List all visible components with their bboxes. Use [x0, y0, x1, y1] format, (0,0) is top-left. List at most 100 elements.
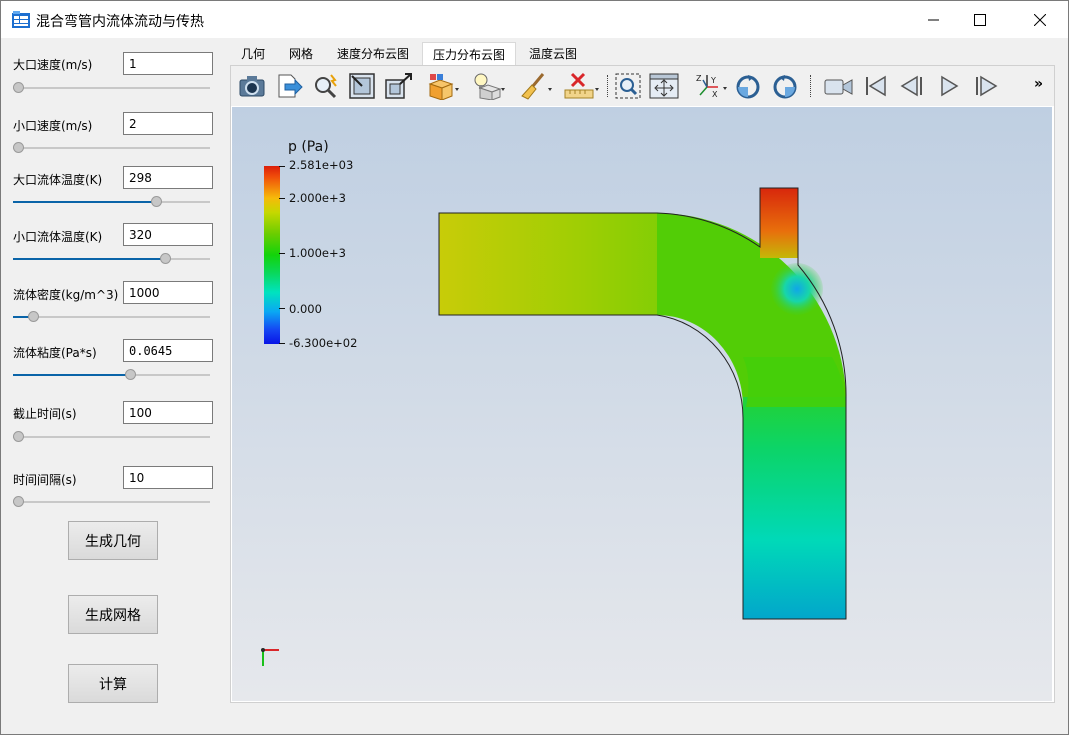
param-label-small-inlet-velocity: 小口速度(m/s): [13, 119, 93, 133]
prev-frame-icon: [900, 75, 922, 97]
orientation-axes-icon: [261, 648, 279, 666]
toolbar-separator: [810, 75, 812, 97]
large-inlet-temp-input[interactable]: [123, 166, 213, 189]
maximize-button[interactable]: [957, 1, 1003, 38]
viscosity-input[interactable]: [123, 339, 213, 362]
end-time-input[interactable]: [123, 401, 213, 424]
pipe-small-inlet: [760, 188, 798, 258]
rotate-cw-icon: [736, 75, 760, 99]
magnifier-button[interactable]: [311, 71, 341, 101]
slider-thumb[interactable]: [125, 369, 136, 380]
light-button[interactable]: [471, 71, 507, 101]
rotate-ccw-button[interactable]: [770, 71, 800, 101]
color-brush-icon: [521, 73, 552, 100]
toolbar-overflow-button[interactable]: »: [1034, 76, 1043, 92]
toolbar-separator: [607, 75, 609, 97]
representation-button[interactable]: [425, 71, 461, 101]
window-title: 混合弯管内流体流动与传热: [36, 14, 204, 30]
small-inlet-velocity-input[interactable]: [123, 112, 213, 135]
param-label-end-time: 截止时间(s): [13, 407, 77, 421]
tab-velocity[interactable]: 速度分布云图: [331, 42, 415, 65]
slider-thumb[interactable]: [28, 311, 39, 322]
zoom-to-box-button[interactable]: [384, 71, 414, 101]
play-button[interactable]: [934, 71, 964, 101]
rotate-cw-button[interactable]: [733, 71, 763, 101]
minimize-button[interactable]: [911, 1, 957, 38]
slider-thumb[interactable]: [13, 82, 24, 93]
light-icon: [474, 73, 505, 100]
small-inlet-velocity-slider[interactable]: [13, 142, 210, 154]
compute-button[interactable]: 计算: [68, 664, 158, 703]
density-slider[interactable]: [13, 311, 210, 323]
slider-thumb[interactable]: [13, 496, 24, 507]
svg-text:X: X: [712, 90, 718, 99]
small-inlet-temp-input[interactable]: [123, 223, 213, 246]
large-inlet-velocity-slider[interactable]: [13, 82, 210, 94]
param-label-large-inlet-velocity: 大口速度(m/s): [13, 58, 93, 72]
play-icon: [941, 75, 959, 97]
tab-pressure[interactable]: 压力分布云图: [422, 42, 516, 65]
axes-orient-button[interactable]: ZYX: [694, 71, 728, 101]
representation-icon: [428, 74, 459, 100]
svg-text:Z: Z: [696, 74, 702, 83]
axes-orient-icon: Z YX: [696, 74, 727, 99]
large-inlet-temp-slider[interactable]: [13, 196, 210, 208]
pressure-field-plot: [438, 187, 847, 620]
magnifier-icon: [315, 74, 337, 99]
tab-mesh[interactable]: 网格: [281, 42, 321, 65]
param-label-large-inlet-temp: 大口流体温度(K): [13, 173, 103, 187]
param-label-time-step: 时间间隔(s): [13, 473, 77, 487]
svg-text:Y: Y: [710, 76, 716, 85]
export-button[interactable]: [274, 71, 304, 101]
tab-temperature[interactable]: 温度云图: [522, 42, 584, 65]
ruler-button[interactable]: [564, 71, 600, 101]
ruler-icon: [564, 72, 599, 99]
rotate-ccw-icon: [773, 75, 797, 99]
last-frame-icon: [976, 75, 998, 97]
camera-button[interactable]: [237, 71, 267, 101]
density-input[interactable]: [123, 281, 213, 304]
prev-frame-button[interactable]: [897, 71, 927, 101]
render-view[interactable]: p (Pa) 2.581e+03 2.000e+3 1.000e+3 0.000…: [232, 107, 1052, 701]
first-frame-button[interactable]: [860, 71, 890, 101]
param-label-small-inlet-temp: 小口流体温度(K): [13, 230, 103, 244]
slider-thumb[interactable]: [151, 196, 162, 207]
generate-mesh-button[interactable]: 生成网格: [68, 595, 158, 634]
app-icon: [12, 11, 30, 28]
pipe-vertical-section: [743, 397, 846, 619]
tab-geometry[interactable]: 几何: [233, 42, 273, 65]
close-icon: [1034, 13, 1046, 26]
param-label-density: 流体密度(kg/m^3): [13, 288, 119, 302]
reset-camera-icon: [349, 73, 375, 99]
reset-camera-button[interactable]: [347, 71, 377, 101]
first-frame-icon: [866, 75, 886, 97]
export-icon: [278, 74, 303, 98]
generate-geometry-button[interactable]: 生成几何: [68, 521, 158, 560]
param-label-viscosity: 流体粘度(Pa*s): [13, 346, 97, 360]
main-window: 混合弯管内流体流动与传热 大口速度(m/s) 小口速度(m/s) 大口流体温度(…: [0, 0, 1069, 735]
slider-thumb[interactable]: [13, 142, 24, 153]
viewer-toolbar: ZYX »: [231, 66, 1054, 106]
minimize-icon: [928, 19, 939, 20]
close-button[interactable]: [1017, 1, 1063, 38]
end-time-slider[interactable]: [13, 431, 210, 443]
title-bar: 混合弯管内流体流动与传热: [1, 1, 1068, 38]
video-camera-button[interactable]: [822, 71, 856, 101]
fit-view-icon: [649, 73, 679, 99]
viscosity-slider[interactable]: [13, 369, 210, 381]
time-step-slider[interactable]: [13, 496, 210, 508]
zoom-to-box-icon: [385, 73, 412, 99]
maximize-icon: [974, 13, 986, 26]
time-step-input[interactable]: [123, 466, 213, 489]
fit-view-button[interactable]: [649, 71, 679, 101]
small-inlet-temp-slider[interactable]: [13, 253, 210, 265]
last-frame-button[interactable]: [971, 71, 1001, 101]
video-camera-icon: [824, 79, 853, 95]
slider-thumb[interactable]: [13, 431, 24, 442]
zoom-select-icon: [615, 73, 641, 99]
large-inlet-velocity-input[interactable]: [123, 52, 213, 75]
slider-thumb[interactable]: [160, 253, 171, 264]
color-brush-button[interactable]: [518, 71, 554, 101]
zoom-select-button[interactable]: [613, 71, 643, 101]
pipe-horizontal-section: [439, 213, 657, 315]
